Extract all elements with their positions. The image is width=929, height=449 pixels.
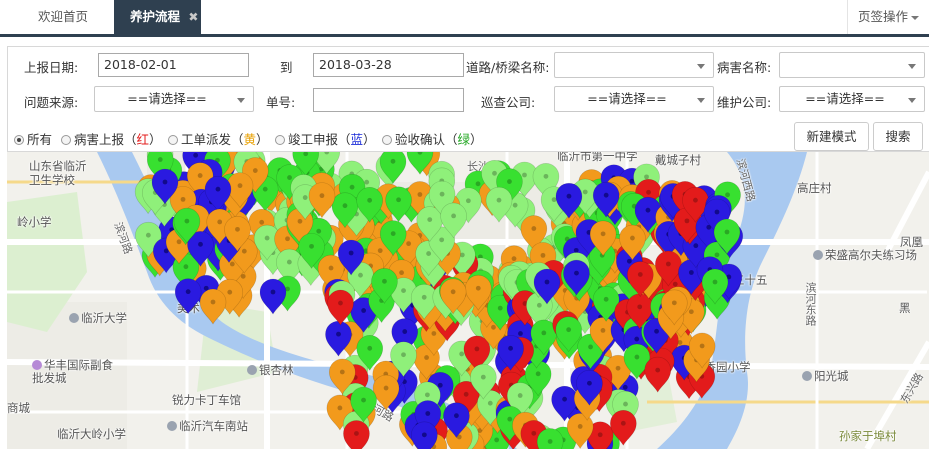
chevron-down-icon [908, 64, 916, 69]
tab-operations-menu[interactable]: 页签操作 [847, 0, 929, 34]
road-name-select[interactable] [554, 52, 714, 78]
tab-operations-label: 页签操作 [857, 9, 908, 24]
radio-order-dispatch-label: 工单派发（ [181, 132, 244, 147]
filter-panel: 上报日期: 2018-02-01 到 2018-03-28 道路/桥梁名称: 病… [7, 46, 929, 152]
color-green-text: 绿 [457, 132, 471, 147]
order-number-label: 单号: [266, 95, 296, 110]
radio-paren: ） [149, 132, 162, 147]
chevron-down-icon [697, 64, 705, 69]
chevron-down-icon [237, 98, 245, 103]
patrol-company-value: ==请选择== [587, 91, 667, 106]
report-date-label: 上报日期: [24, 60, 79, 75]
map-pin-icon[interactable] [259, 278, 287, 315]
radio-all[interactable]: 所有 [14, 129, 52, 148]
radio-paren: ） [363, 132, 376, 147]
map-pin-icon[interactable] [199, 288, 227, 325]
disease-name-label: 病害名称: [717, 60, 772, 75]
tab-home[interactable]: 欢迎首页 [38, 0, 88, 34]
chevron-down-icon [908, 98, 916, 103]
radio-acceptance-label: 验收确认（ [395, 132, 458, 147]
order-number-input[interactable] [313, 88, 464, 112]
radio-completion-report-label: 竣工申报（ [288, 132, 351, 147]
search-button[interactable]: 搜索 [873, 122, 923, 151]
close-icon[interactable]: ✖ [188, 10, 198, 24]
source-label: 问题来源: [24, 95, 79, 110]
radio-dot [275, 135, 285, 145]
maintenance-company-select[interactable]: ==请选择== [779, 86, 925, 112]
new-mode-button[interactable]: 新建模式 [794, 122, 869, 151]
marker-layer [134, 152, 744, 449]
radio-dot [382, 135, 392, 145]
patrol-company-select[interactable]: ==请选择== [554, 86, 714, 112]
radio-disease-report[interactable]: 病害上报（红） [61, 129, 162, 148]
map-view[interactable]: 山东省临沂 卫生学校 岭小学 滨河路 长沙路 临沂市第一中学 戴城子村 滨河西路… [7, 152, 929, 449]
radio-completion-report[interactable]: 竣工申报（蓝） [275, 129, 376, 148]
date-from-input[interactable]: 2018-02-01 [98, 53, 249, 77]
tab-maintenance-flow-label: 养护流程 [130, 9, 181, 24]
maintenance-company-label: 维护公司: [717, 95, 772, 110]
tab-bar: 欢迎首页 养护流程 ✖ 页签操作 [0, 0, 929, 37]
radio-order-dispatch[interactable]: 工单派发（黄） [168, 129, 269, 148]
tab-maintenance-flow[interactable]: 养护流程 ✖ [114, 0, 201, 34]
map-pin-icon[interactable] [411, 421, 438, 449]
color-red-text: 红 [136, 132, 150, 147]
caret-down-icon [911, 15, 919, 20]
road-name-label: 道路/桥梁名称: [466, 60, 550, 75]
radio-dot-checked [14, 135, 24, 145]
radio-acceptance[interactable]: 验收确认（绿） [382, 129, 483, 148]
map-pin-icon[interactable] [174, 278, 202, 315]
radio-dot [168, 135, 178, 145]
radio-paren: ） [256, 132, 269, 147]
patrol-company-label: 巡查公司: [481, 95, 536, 110]
maintenance-company-value: ==请选择== [805, 91, 885, 106]
color-blue-text: 蓝 [350, 132, 364, 147]
color-yellow-text: 黄 [243, 132, 257, 147]
disease-name-select[interactable] [779, 52, 925, 78]
to-label: 到 [280, 60, 293, 75]
date-to-input[interactable]: 2018-03-28 [313, 53, 464, 77]
radio-all-label: 所有 [27, 132, 53, 147]
source-value: ==请选择== [127, 91, 207, 106]
map-pin-icon[interactable] [343, 420, 370, 449]
chevron-down-icon [697, 98, 705, 103]
source-select[interactable]: ==请选择== [94, 86, 254, 112]
radio-disease-report-label: 病害上报（ [74, 132, 137, 147]
map-pin-icon[interactable] [644, 356, 672, 393]
radio-dot [61, 135, 71, 145]
radio-paren: ） [470, 132, 483, 147]
